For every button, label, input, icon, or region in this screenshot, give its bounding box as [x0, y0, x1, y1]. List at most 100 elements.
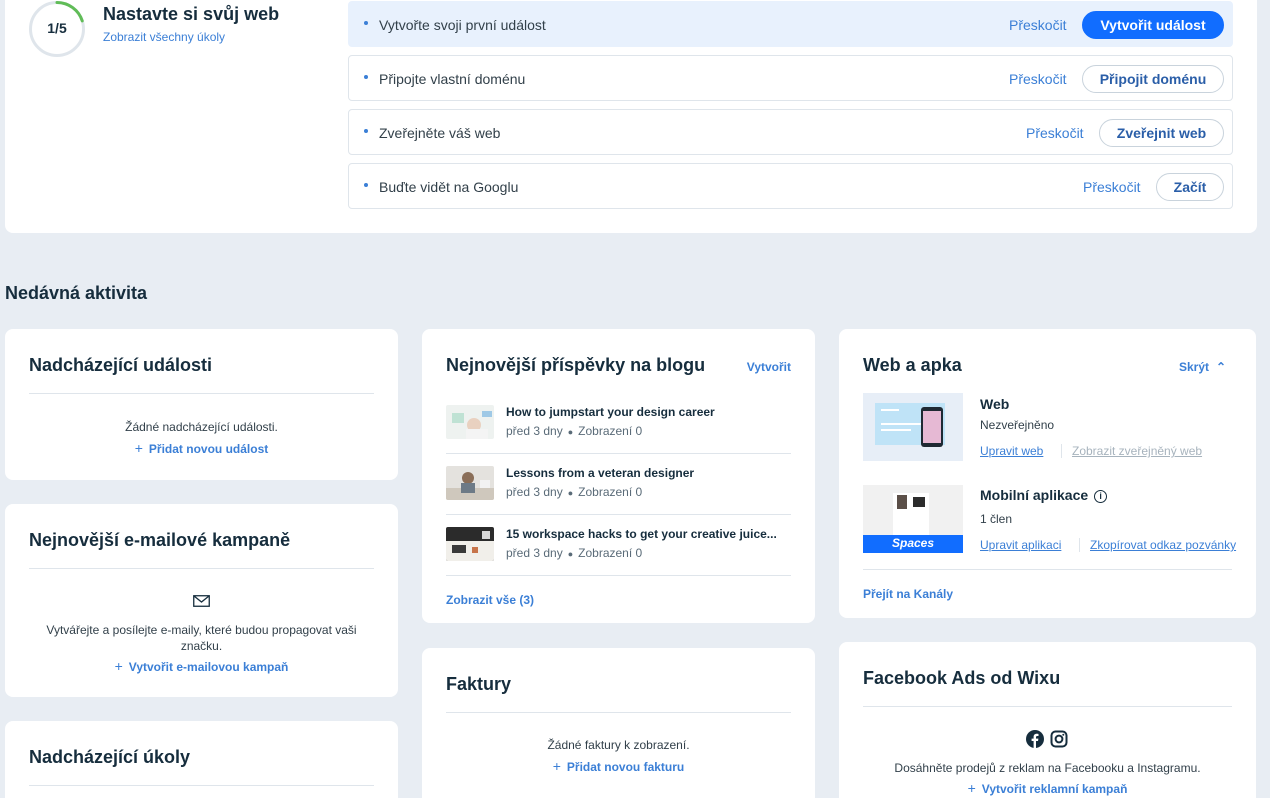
edit-app-link[interactable]: Upravit aplikaci — [980, 538, 1061, 552]
plus-icon: + — [967, 780, 976, 796]
card-title: Nejnovější příspěvky na blogu — [446, 355, 706, 375]
spaces-badge: Spaces — [891, 536, 935, 550]
add-event-label: Přidat novou událost — [148, 442, 269, 456]
post-date: před 3 dny — [506, 546, 563, 560]
web-status: Nezveřejněno — [980, 418, 1055, 432]
envelope-icon — [193, 595, 210, 607]
separator-dot: ● — [567, 427, 574, 437]
card-title: Nadcházející úkoly — [29, 747, 191, 767]
post-title: Lessons from a veteran designer — [506, 466, 695, 480]
web-and-app-card: Web a apka Skrýt ⌃ Web Nezveřejněno Uprav… — [839, 329, 1256, 618]
post-date: před 3 dny — [506, 424, 563, 438]
view-published-site-link[interactable]: Zobrazit zveřejněný web — [1072, 444, 1202, 458]
setup-title: Nastavte si svůj web — [103, 4, 280, 24]
blog-posts-card: Nejnovější příspěvky na blogu Vytvořit H… — [422, 329, 815, 623]
connect-domain-button[interactable]: Připojit doménu — [1082, 65, 1224, 93]
bullet-icon — [364, 21, 368, 25]
create-ad-campaign-link[interactable]: + Vytvořit reklamní kampaň — [839, 780, 1256, 796]
facebook-description: Dosáhněte prodejů z reklam na Facebooku … — [894, 761, 1201, 775]
plus-icon: + — [552, 758, 561, 774]
facebook-ads-card: Facebook Ads od Wixu Dosáhněte prodejů z… — [839, 642, 1256, 798]
card-title: Nejnovější e-mailové kampaně — [29, 530, 291, 550]
divider — [29, 568, 374, 569]
link-divider — [1061, 444, 1062, 458]
info-icon[interactable]: i — [1094, 490, 1108, 503]
bullet-icon — [364, 183, 368, 187]
upcoming-events-card: Nadcházející události Žádné nadcházející… — [5, 329, 398, 480]
divider — [29, 393, 374, 394]
email-description-line1: Vytvářejte a posílejte e-maily, které bu… — [46, 623, 357, 637]
post-meta: před 3 dny ● Zobrazení 0 — [506, 546, 642, 560]
card-title: Web a apka — [863, 355, 962, 375]
task-label: Připojte vlastní doménu — [379, 71, 526, 87]
mobile-app-label: Mobilní aplikace — [980, 487, 1089, 503]
bullet-icon — [364, 129, 368, 133]
card-title: Nadcházející události — [29, 355, 213, 375]
divider — [446, 712, 791, 713]
task-connect-domain: Připojte vlastní doménu Přeskočit Připoj… — [348, 55, 1233, 101]
create-email-campaign-label: Vytvořit e-mailovou kampaň — [128, 660, 289, 674]
create-post-link[interactable]: Vytvořit — [747, 360, 791, 374]
create-ad-campaign-label: Vytvořit reklamní kampaň — [981, 782, 1128, 796]
blog-post-item[interactable]: 15 workspace hacks to get your creative … — [446, 515, 791, 576]
recent-activity-heading: Nedávná aktivita — [5, 283, 148, 303]
add-event-link[interactable]: + Přidat novou událost — [5, 440, 398, 456]
progress-count: 1/5 — [47, 20, 67, 36]
app-members: 1 člen — [980, 512, 1013, 526]
divider — [863, 569, 1232, 570]
task-publish-site: Zveřejněte váš web Přeskočit Zveřejnit w… — [348, 109, 1233, 155]
instagram-icon — [1050, 730, 1068, 748]
upcoming-tasks-card: Nadcházející úkoly — [5, 721, 398, 798]
post-views: Zobrazení 0 — [578, 424, 643, 438]
copy-invite-link[interactable]: Zkopírovat odkaz pozvánky — [1090, 538, 1236, 552]
divider — [863, 706, 1232, 707]
post-views: Zobrazení 0 — [578, 485, 643, 499]
skip-link[interactable]: Přeskočit — [1026, 125, 1084, 141]
skip-link[interactable]: Přeskočit — [1009, 71, 1067, 87]
blog-post-item[interactable]: How to jumpstart your design career před… — [446, 393, 791, 454]
add-invoice-link[interactable]: + Přidat novou fakturu — [422, 758, 815, 774]
show-all-tasks-link[interactable]: Zobrazit všechny úkoly — [103, 30, 225, 44]
web-title: Web — [980, 396, 1010, 412]
separator-dot: ● — [567, 549, 574, 559]
hide-label: Skrýt — [1179, 360, 1210, 374]
post-meta: před 3 dny ● Zobrazení 0 — [506, 485, 642, 499]
divider — [29, 785, 374, 786]
skip-link[interactable]: Přeskočit — [1009, 17, 1067, 33]
skip-link[interactable]: Přeskočit — [1083, 179, 1141, 195]
mobile-app-title: Mobilní aplikace i — [980, 487, 1108, 503]
empty-state-text: Žádné faktury k zobrazení. — [547, 738, 690, 752]
post-thumbnail — [446, 405, 494, 439]
card-title: Facebook Ads od Wixu — [863, 668, 1061, 688]
plus-icon: + — [134, 440, 143, 456]
post-title: How to jumpstart your design career — [506, 405, 715, 419]
site-preview-thumbnail[interactable] — [863, 393, 963, 461]
publish-site-button[interactable]: Zveřejnit web — [1099, 119, 1224, 147]
bullet-icon — [364, 75, 368, 79]
separator-dot: ● — [567, 488, 574, 498]
facebook-icon — [1026, 730, 1044, 748]
post-title: 15 workspace hacks to get your creative … — [506, 527, 777, 541]
empty-state-text: Žádné nadcházející události. — [125, 420, 278, 434]
task-google: Buďte vidět na Googlu Přeskočit Začít — [348, 163, 1233, 209]
post-thumbnail — [446, 527, 494, 561]
email-description-line2: značku. — [180, 639, 223, 653]
create-email-campaign-link[interactable]: + Vytvořit e-mailovou kampaň — [5, 658, 398, 674]
card-title: Faktury — [446, 674, 512, 694]
plus-icon: + — [114, 658, 123, 674]
chevron-up-icon: ⌃ — [1216, 360, 1227, 374]
task-label: Vytvořte svoji první událost — [379, 17, 546, 33]
add-invoice-label: Přidat novou fakturu — [566, 760, 685, 774]
invoices-card: Faktury Žádné faktury k zobrazení. + Přid… — [422, 648, 815, 798]
task-create-event: Vytvořte svoji první událost Přeskočit V… — [348, 1, 1233, 47]
link-divider — [1079, 538, 1080, 552]
create-event-button[interactable]: Vytvořit událost — [1082, 11, 1224, 39]
blog-post-item[interactable]: Lessons from a veteran designer před 3 d… — [446, 454, 791, 515]
edit-site-link[interactable]: Upravit web — [980, 444, 1043, 458]
hide-toggle[interactable]: Skrýt ⌃ — [1179, 360, 1226, 374]
start-button[interactable]: Začít — [1156, 173, 1224, 201]
email-campaigns-card: Nejnovější e-mailové kampaně Vytvářejte … — [5, 504, 398, 697]
post-date: před 3 dny — [506, 485, 563, 499]
show-all-posts-link[interactable]: Zobrazit vše (3) — [446, 593, 534, 607]
go-to-channels-link[interactable]: Přejít na Kanály — [863, 587, 953, 601]
